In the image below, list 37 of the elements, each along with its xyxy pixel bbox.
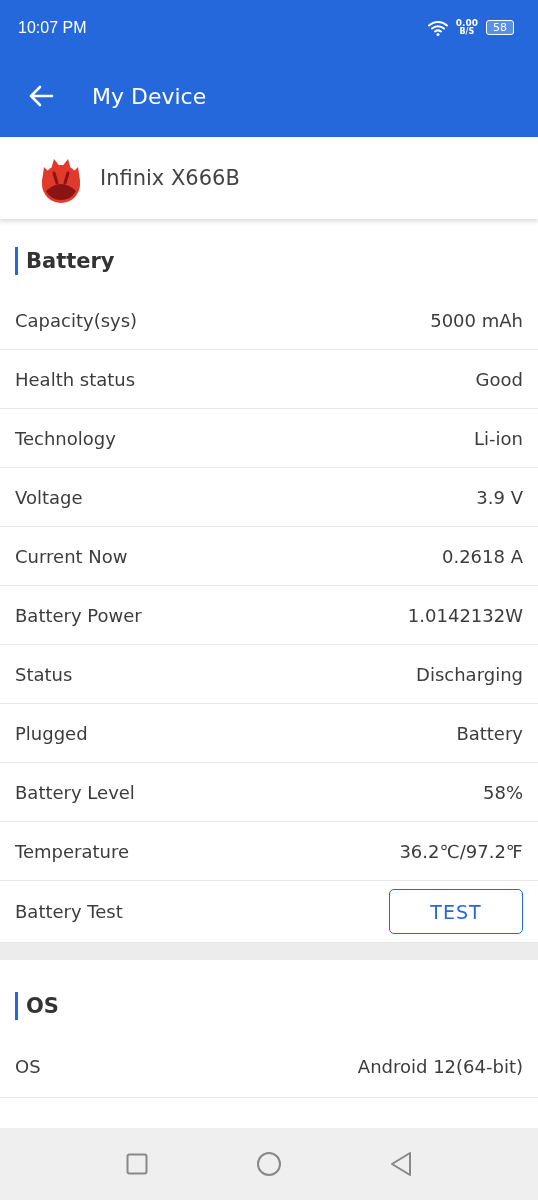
row-label: Health status [15, 368, 136, 390]
row-label: Capacity(sys) [15, 309, 138, 331]
row-value: Li-ion [474, 427, 523, 449]
row-label: Plugged [15, 722, 88, 744]
row-label: Battery Test [15, 901, 123, 922]
row-label: Voltage [15, 486, 83, 508]
section-title: Battery [26, 249, 115, 273]
row-value: 5000 mAh [430, 309, 523, 331]
row-value: 58% [483, 781, 523, 803]
battery-indicator: 58 [486, 20, 514, 35]
row-label: Technology [15, 427, 116, 449]
section-title: OS [26, 994, 59, 1018]
home-icon[interactable] [256, 1151, 282, 1177]
net-speed: 0.00 [455, 19, 478, 28]
wifi-icon [427, 19, 448, 36]
net-speed-unit: B/S [459, 28, 475, 36]
status-time: 10:07 PM [18, 18, 87, 37]
row-label: OS [15, 1056, 41, 1077]
recents-icon[interactable] [126, 1153, 148, 1175]
row-label: Status [15, 663, 73, 685]
row-value: Good [475, 368, 523, 390]
row-value: 36.2℃/97.2℉ [399, 840, 523, 862]
device-name: Infinix X666B [100, 166, 240, 190]
row-label: Temperature [15, 840, 130, 862]
row-label: Battery Level [15, 781, 135, 803]
row-label: Battery Power [15, 604, 142, 626]
row-label: Current Now [15, 545, 128, 567]
row-value: 1.0142132W [407, 604, 523, 626]
back-nav-icon[interactable] [390, 1151, 412, 1177]
row-value: Battery [456, 722, 523, 744]
row-value: 0.2618 A [441, 545, 523, 567]
back-icon[interactable] [28, 85, 54, 107]
test-button[interactable]: TEST [389, 889, 523, 934]
row-value: Discharging [416, 663, 523, 685]
row-value: Android 12(64-bit) [357, 1056, 523, 1077]
page-title: My Device [92, 83, 207, 109]
row-value: 3.9 V [476, 486, 523, 508]
